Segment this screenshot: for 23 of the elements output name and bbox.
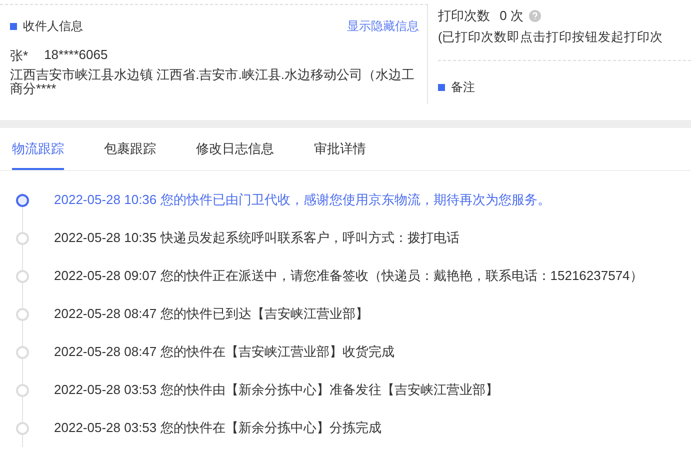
tab[interactable]: 修改日志信息 xyxy=(196,128,274,170)
tracking-event: 2022-05-28 03:53 您的快件由【新余分拣中心】准备发往【吉安峡江营业部】 xyxy=(54,381,498,399)
tab[interactable]: 物流跟踪 xyxy=(12,128,64,170)
section-marker-icon xyxy=(10,23,17,30)
tab[interactable]: 审批详情 xyxy=(314,128,366,170)
tracking-event: 2022-05-28 10:35 快递员发起系统呼叫联系客户，呼叫方式：拨打电话 xyxy=(54,229,460,247)
recipient-name: 张* xyxy=(10,47,28,65)
help-icon[interactable] xyxy=(529,10,542,22)
tracking-event: 2022-05-28 03:53 您的快件在【新余分拣中心】分拣完成 xyxy=(54,419,382,437)
print-count-label: 打印次数 xyxy=(438,7,490,25)
print-count-value: 0 次 xyxy=(498,7,524,25)
tracking-event: 2022-05-28 08:47 您的快件在【吉安峡江营业部】收货完成 xyxy=(54,343,394,361)
show-hidden-link[interactable]: 显示隐藏信息 xyxy=(347,18,419,35)
section-title: 收件人信息 xyxy=(23,18,83,35)
tab[interactable]: 包裹跟踪 xyxy=(104,128,156,170)
tracking-event: 2022-05-28 09:07 您的快件正在派送中，请您准备签收（快递员：戴艳艳，联系电话：15216237574） xyxy=(54,267,643,285)
recipient-phone: 18****6065 xyxy=(44,47,108,64)
tracking-event: 2022-05-28 10:36 您的快件已由门卫代收，感谢您使用京东物流，期待再次为您服务。 xyxy=(54,191,550,209)
recipient-address: 江西吉安市峡江县水边镇 江西省.吉安市.峡江县.水边移动公司（水边工商分**** xyxy=(10,68,416,96)
tracking-event: 2022-05-28 08:47 您的快件已到达【吉安峡江营业部】 xyxy=(54,305,368,323)
section-marker-icon xyxy=(438,84,445,91)
print-note: (已打印次数即点击打印按钮发起打印次 xyxy=(438,29,664,46)
section-title: 备注 xyxy=(451,79,475,96)
